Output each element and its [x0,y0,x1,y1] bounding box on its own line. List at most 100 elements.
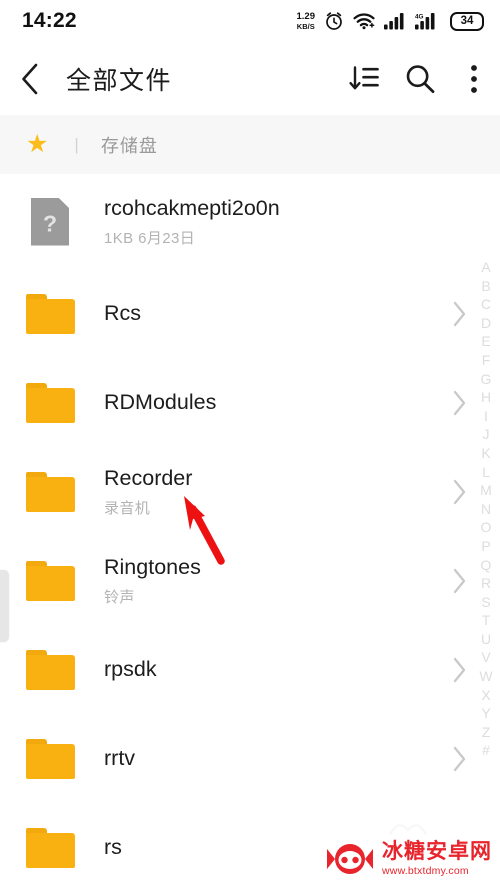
more-options-button[interactable] [448,42,500,115]
list-item-text: rcohcakmepti2o0n 1KB 6月23日 [104,195,442,248]
alpha-index-letter[interactable]: A [481,258,490,277]
watermark-site-name: 冰糖安卓网 [382,839,492,863]
alpha-index-letter[interactable]: H [481,388,491,407]
folder-icon [25,471,75,512]
alpha-index-letter[interactable]: B [481,277,490,296]
alpha-index-letter[interactable]: F [482,351,491,370]
breadcrumb-separator: | [74,134,79,154]
sort-icon [349,65,379,89]
list-item[interactable]: Rcs [0,269,500,358]
alpha-index-letter[interactable]: Q [481,556,492,575]
list-item-text: rpsdk [104,656,442,682]
battery-level-text: 34 [460,15,474,27]
list-item-text: Recorder 录音机 [104,465,442,518]
file-icon-question-glyph: ? [42,210,58,237]
status-bar: 14:22 1.29 KB/S 4G 34 [0,0,500,42]
alpha-index-letter[interactable]: G [481,370,492,389]
list-item-meta: 1KB 6月23日 [104,230,196,248]
alpha-index-letter[interactable]: X [481,686,490,705]
folder-icon-body [25,654,75,690]
battery-indicator: 34 [450,11,484,31]
unknown-file-icon: ? [31,197,69,246]
chevron-right-icon [453,568,466,593]
list-item[interactable]: ? rcohcakmepti2o0n 1KB 6月23日 [0,174,500,269]
list-item-text: Ringtones 铃声 [104,554,442,607]
list-item[interactable]: RDModules [0,358,500,447]
list-item-meta: 铃声 [104,589,135,607]
alpha-index-letter[interactable]: C [481,295,491,314]
folder-icon-body [25,298,75,334]
folder-icon [25,382,75,423]
list-item-icon [24,375,76,431]
alpha-index-letter[interactable]: V [481,648,490,667]
search-button[interactable] [392,42,448,115]
alarm-clock-icon [326,12,342,30]
breadcrumb: ★ | 存储盘 [0,115,500,174]
alpha-index-letter[interactable]: E [481,332,490,351]
folder-icon-body [25,565,75,601]
list-item[interactable]: rrtv [0,714,500,803]
alpha-index-letter[interactable]: M [480,481,492,500]
signal-bars-icon [384,13,404,30]
alpha-index-letter[interactable]: T [482,611,491,630]
alphabet-index[interactable]: A B C D E F G H I J K L M N O P Q R S T … [475,258,497,760]
list-item-icon [24,553,76,609]
list-item-text: RDModules [104,389,442,415]
breadcrumb-path[interactable]: 存储盘 [101,132,158,158]
file-list[interactable]: ? rcohcakmepti2o0n 1KB 6月23日 Rcs RDModul… [0,174,500,889]
chevron-right-icon [453,301,466,326]
list-item[interactable]: rpsdk [0,625,500,714]
chevron-right-icon [453,746,466,771]
alpha-index-letter[interactable]: I [484,407,488,426]
back-button[interactable] [0,42,62,115]
list-item-icon [24,820,76,876]
folder-icon [25,649,75,690]
watermark-site-url: www.btxtdmy.com [382,865,469,878]
folder-icon [25,827,75,868]
alpha-index-letter[interactable]: L [482,463,490,482]
list-item-text: rrtv [104,745,442,771]
back-chevron-icon [22,63,38,94]
folder-icon-body [25,387,75,423]
more-vertical-icon [471,64,477,93]
star-icon[interactable]: ★ [26,132,48,157]
alpha-index-letter[interactable]: J [483,425,490,444]
list-item-title: Recorder [104,465,193,490]
list-item-title: rrtv [104,746,136,771]
sort-button[interactable] [336,42,392,115]
list-item-icon [24,731,76,787]
alpha-index-letter[interactable]: W [479,667,492,686]
list-item[interactable]: Ringtones 铃声 [0,536,500,625]
alpha-index-letter[interactable]: # [482,741,490,760]
folder-icon-body [25,476,75,512]
alpha-index-letter[interactable]: P [481,537,490,556]
network-speed-unit: KB/S [296,21,315,31]
alpha-index-letter[interactable]: Z [482,723,491,742]
phone-screen: 14:22 1.29 KB/S 4G 34 全部文件 ★ | 存储盘 ? rco… [0,0,500,889]
alpha-index-letter[interactable]: D [481,314,491,333]
page-title: 全部文件 [66,66,173,95]
chevron-right-icon [453,390,466,415]
list-item[interactable]: Recorder 录音机 [0,447,500,536]
svg-text:4G: 4G [415,14,424,21]
title-bar: 全部文件 [0,42,500,115]
list-item-title: rcohcakmepti2o0n [104,195,280,220]
list-item-title: RDModules [104,390,217,415]
list-scrollbar-thumb[interactable] [0,570,9,642]
alpha-index-letter[interactable]: R [481,574,491,593]
list-item-icon [24,464,76,520]
folder-icon-body [25,832,75,868]
folder-icon-body [25,743,75,779]
alpha-index-letter[interactable]: S [481,593,490,612]
alpha-index-letter[interactable]: O [481,518,492,537]
alpha-index-letter[interactable]: Y [481,704,490,723]
watermark-text: 冰糖安卓网 www.btxtdmy.com [382,839,492,878]
alpha-index-letter[interactable]: K [481,444,490,463]
list-item-meta: 录音机 [104,500,151,518]
alpha-index-letter[interactable]: N [481,500,491,519]
chevron-right-icon [453,479,466,504]
candy-game-controller-logo-icon [327,844,373,874]
signal-bars-4g-icon: 4G [415,13,435,30]
alpha-index-letter[interactable]: U [481,630,491,649]
folder-icon [25,738,75,779]
